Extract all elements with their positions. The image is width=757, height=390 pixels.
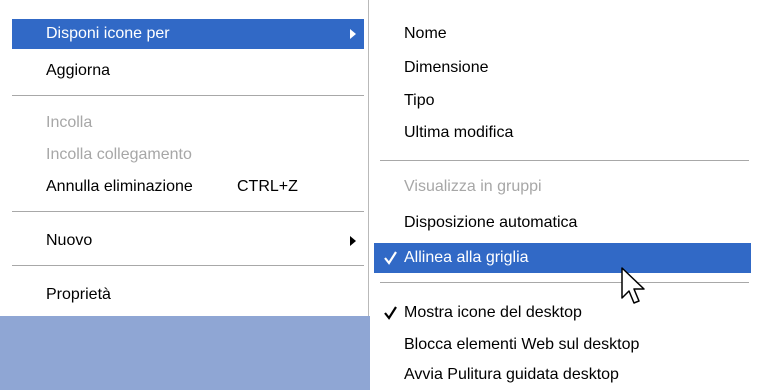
checkmark-icon	[384, 306, 397, 320]
menu-separator	[12, 211, 364, 213]
submenu-item-desktop-cleanup-wizard[interactable]: Avvia Pulitura guidata desktop	[374, 360, 751, 390]
submenu-item-auto-arrange[interactable]: Disposizione automatica	[374, 208, 751, 238]
submenu-item-lock-web-items[interactable]: Blocca elementi Web sul desktop	[374, 330, 751, 360]
menu-separator	[12, 95, 364, 97]
submenu-item-show-in-groups: Visualizza in gruppi	[374, 172, 751, 202]
submenu-item-modified[interactable]: Ultima modifica	[374, 118, 751, 148]
checkmark-icon	[384, 251, 397, 265]
menu-item-properties[interactable]: Proprietà	[12, 280, 364, 310]
menu-item-refresh[interactable]: Aggiorna	[12, 56, 364, 86]
menu-item-label: Mostra icone del desktop	[404, 304, 582, 321]
menu-item-label: Disposizione automatica	[404, 214, 578, 231]
menu-item-label: Proprietà	[46, 286, 111, 303]
submenu-item-size[interactable]: Dimensione	[374, 53, 751, 83]
context-menu: Disponi icone per Aggiorna Incolla Incol…	[0, 0, 369, 316]
menu-item-label: Ultima modifica	[404, 124, 514, 141]
menu-item-label: Incolla collegamento	[46, 146, 192, 163]
menu-item-label: Avvia Pulitura guidata desktop	[404, 366, 619, 383]
submenu-arrow-icon	[350, 236, 356, 246]
menu-item-label: Nome	[404, 25, 447, 42]
submenu-item-type[interactable]: Tipo	[374, 86, 751, 116]
menu-item-label: Aggiorna	[46, 62, 111, 79]
menu-separator	[380, 160, 749, 162]
menu-item-label: Blocca elementi Web sul desktop	[404, 336, 640, 353]
submenu-arrow-icon	[350, 29, 356, 39]
menu-item-new[interactable]: Nuovo	[12, 226, 364, 256]
menu-item-paste: Incolla	[12, 108, 364, 138]
menu-separator	[380, 282, 749, 284]
desktop-background[interactable]	[0, 316, 372, 390]
submenu-item-show-desktop-icons[interactable]: Mostra icone del desktop	[374, 298, 751, 328]
submenu-item-align-to-grid[interactable]: Allinea alla griglia	[374, 243, 751, 273]
submenu-item-name[interactable]: Nome	[374, 19, 751, 49]
menu-item-label: Tipo	[404, 92, 435, 109]
menu-item-undo-delete[interactable]: Annulla eliminazione CTRL+Z	[12, 172, 364, 202]
menu-item-label: Dimensione	[404, 59, 489, 76]
menu-item-label: Disponi icone per	[46, 25, 170, 42]
menu-item-arrange-icons[interactable]: Disponi icone per	[12, 19, 364, 49]
menu-item-label: Allinea alla griglia	[404, 249, 529, 266]
menu-item-label: Annulla eliminazione	[46, 178, 193, 195]
menu-item-paste-shortcut: Incolla collegamento	[12, 140, 364, 170]
menu-separator	[12, 265, 364, 267]
menu-item-label: Incolla	[46, 114, 93, 131]
menu-item-shortcut: CTRL+Z	[237, 178, 298, 195]
menu-item-label: Visualizza in gruppi	[404, 178, 542, 195]
mouse-cursor-icon	[621, 267, 645, 304]
menu-item-label: Nuovo	[46, 232, 93, 249]
arrange-icons-submenu: Nome Dimensione Tipo Ultima modifica Vis…	[370, 10, 757, 390]
